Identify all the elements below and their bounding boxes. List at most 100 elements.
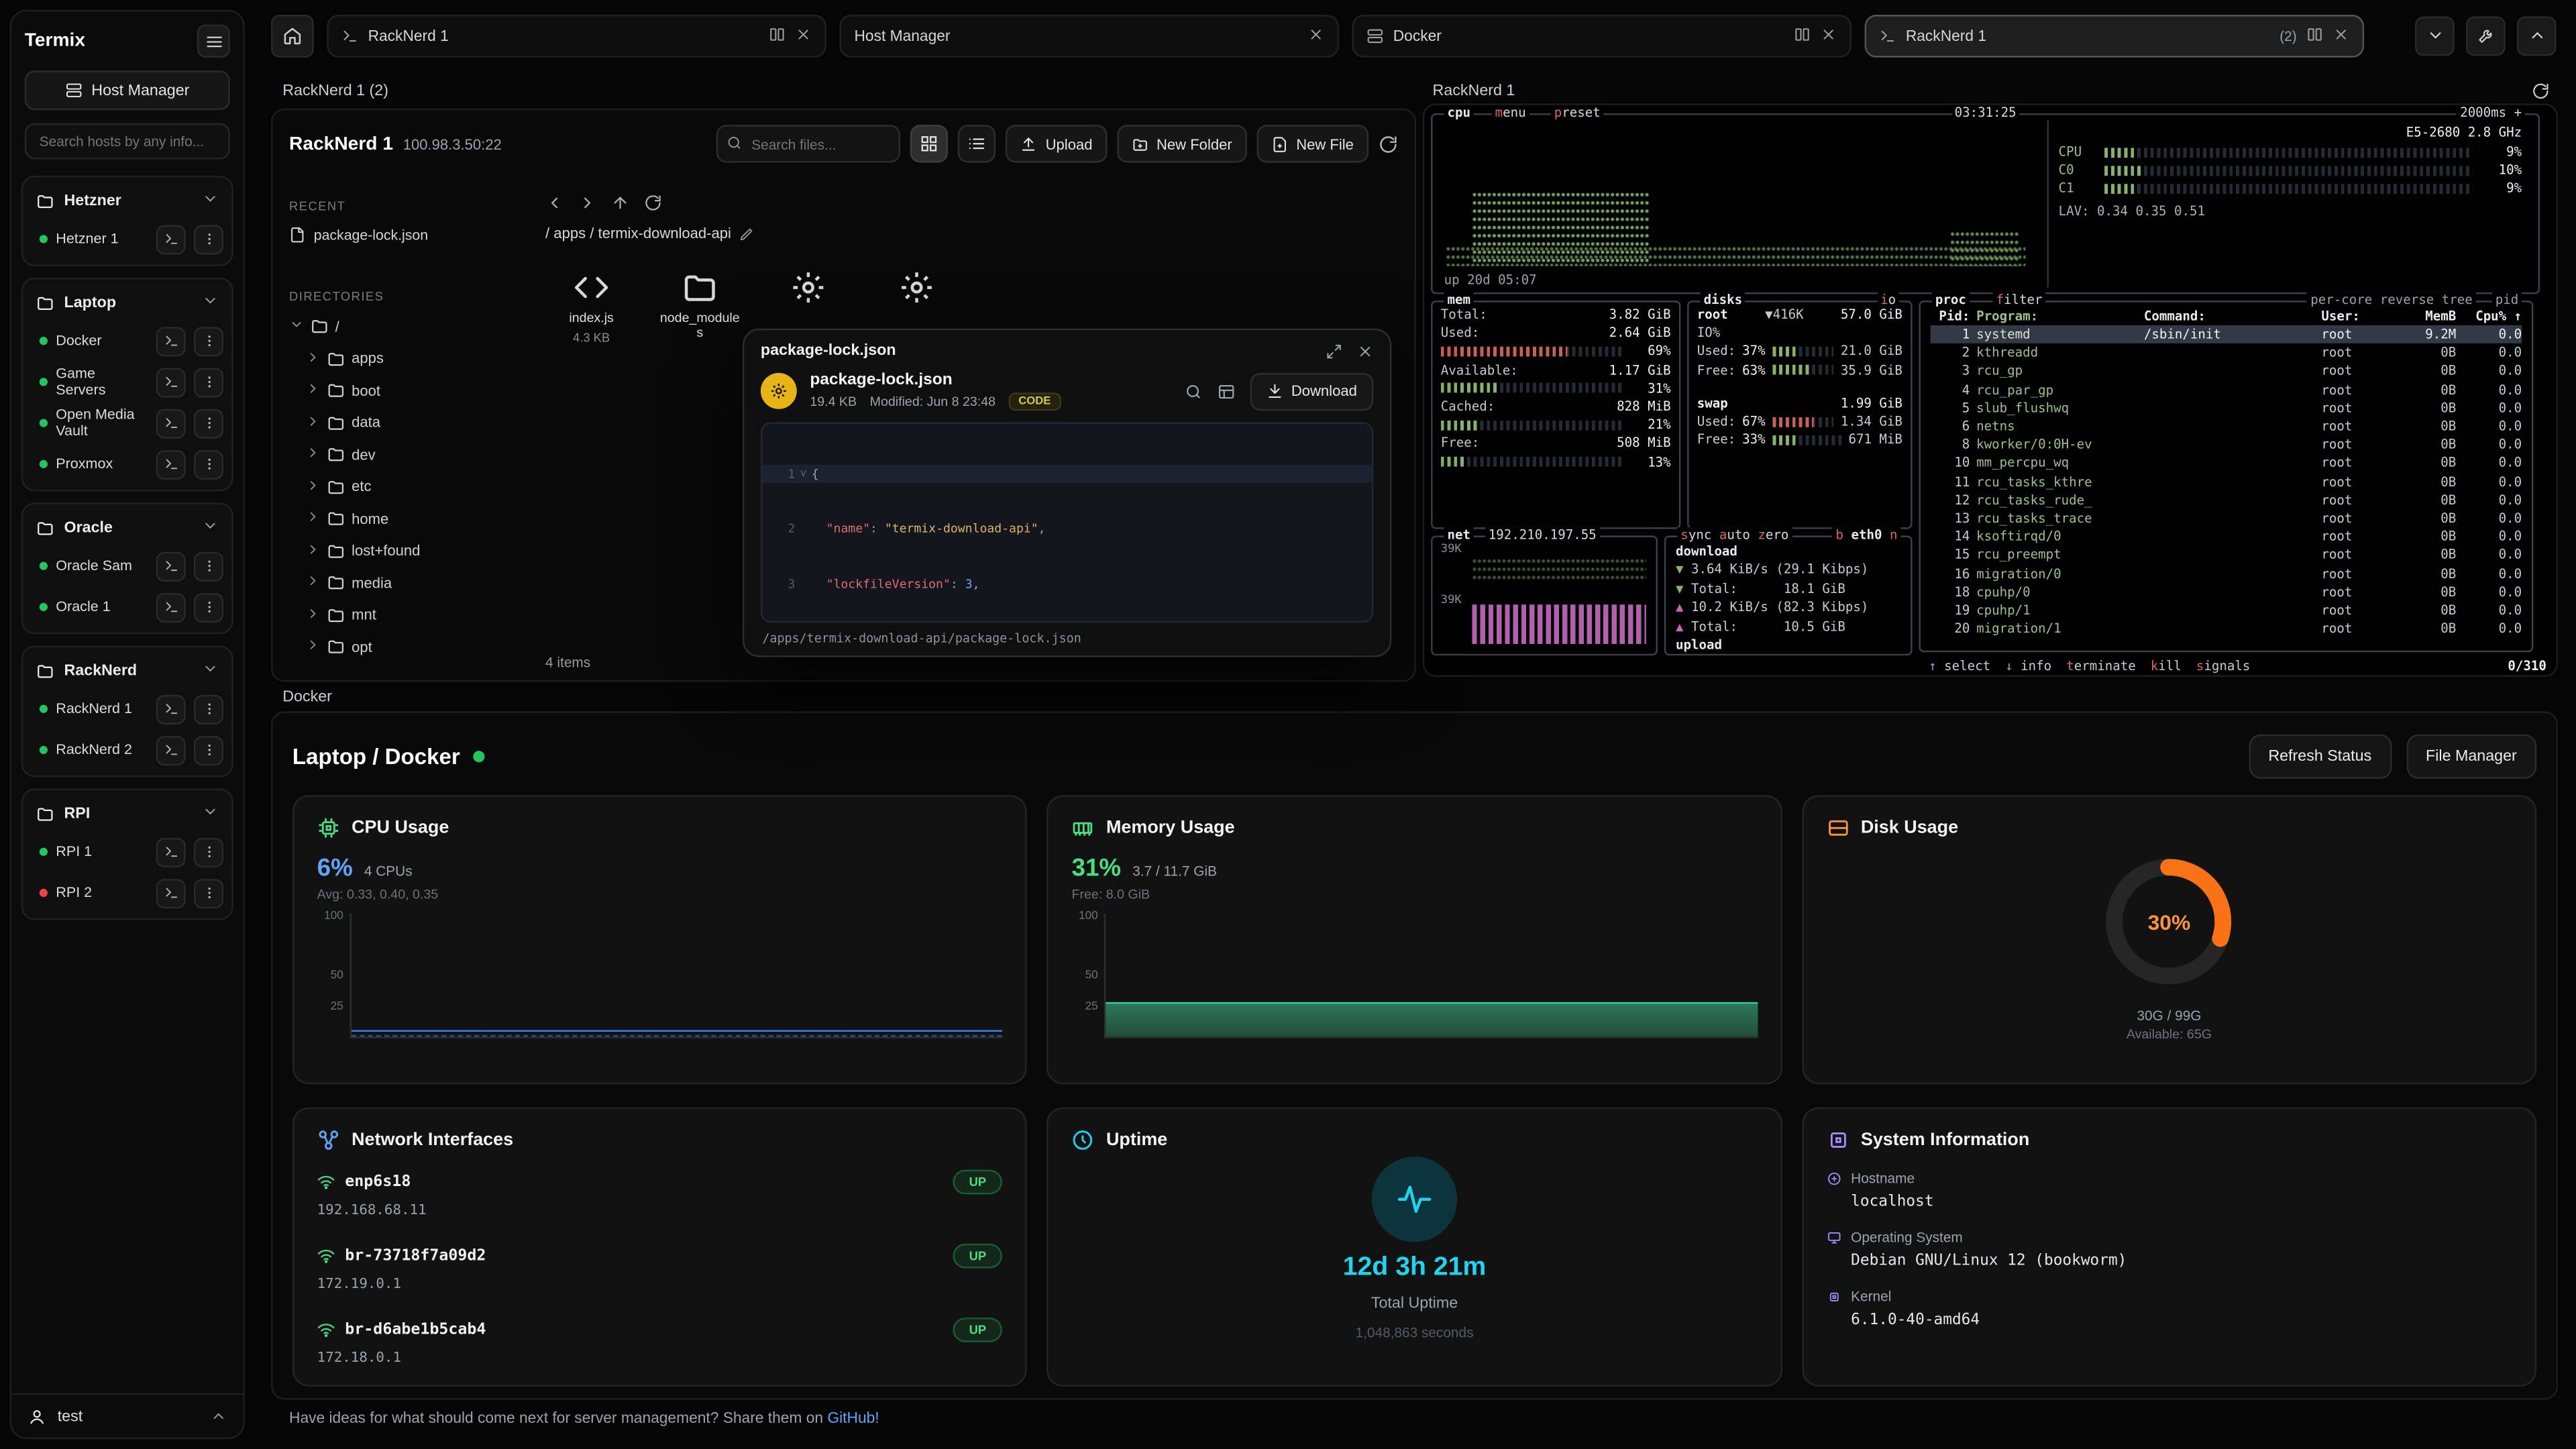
search-in-file-button[interactable] — [1185, 382, 1203, 400]
tree-dir-home[interactable]: home — [289, 502, 506, 535]
tree-dir-mnt[interactable]: mnt — [289, 599, 506, 631]
tab-racknerd-1-3[interactable]: RackNerd 1 (2) — [1865, 14, 2364, 57]
connect-terminal-button[interactable] — [156, 224, 186, 254]
host-options-button[interactable] — [194, 551, 223, 581]
collapse-tabbar-button[interactable] — [2517, 15, 2557, 55]
terminal-sync-button[interactable] — [2532, 82, 2550, 100]
tree-dir-opt[interactable]: opt — [289, 631, 506, 663]
connect-terminal-button[interactable] — [156, 551, 186, 581]
host-item-game-servers[interactable]: Game Servers — [28, 362, 227, 402]
host-options-button[interactable] — [194, 592, 223, 622]
new-file-button[interactable]: New File — [1256, 125, 1368, 162]
maximize-icon[interactable] — [1326, 343, 1342, 359]
refresh-status-button[interactable]: Refresh Status — [2249, 733, 2392, 777]
tree-dir-lost-found[interactable]: lost+found — [289, 535, 506, 567]
process-row-6[interactable]: 6netnsroot0B0.0 — [1931, 417, 2522, 435]
connect-terminal-button[interactable] — [156, 735, 186, 765]
host-options-button[interactable] — [194, 326, 223, 356]
host-options-button[interactable] — [194, 224, 223, 254]
file-manager-button[interactable]: File Manager — [2406, 733, 2537, 777]
process-row-11[interactable]: 11rcu_tasks_kthreroot0B0.0 — [1931, 472, 2522, 490]
table-view-button[interactable] — [1218, 382, 1236, 400]
split-tab-button[interactable] — [1794, 25, 1810, 45]
process-row-5[interactable]: 5slub_flushwqroot0B0.0 — [1931, 399, 2522, 417]
host-item-oracle-1[interactable]: Oracle 1 — [28, 586, 227, 627]
close-tab-button[interactable] — [1307, 25, 1324, 45]
process-row-19[interactable]: 19cpuhp/1root0B0.0 — [1931, 601, 2522, 619]
home-button[interactable] — [271, 14, 314, 57]
process-row-3[interactable]: 3rcu_gproot0B0.0 — [1931, 362, 2522, 380]
host-options-button[interactable] — [194, 837, 223, 867]
process-row-8[interactable]: 8kworker/0:0H-evroot0B0.0 — [1931, 436, 2522, 454]
sidebar-collapse-button[interactable] — [197, 25, 230, 58]
host-options-button[interactable] — [194, 449, 223, 479]
host-item-proxmox[interactable]: Proxmox — [28, 443, 227, 484]
proc-key-signals[interactable]: signals — [2196, 659, 2251, 674]
close-tab-button[interactable] — [795, 25, 811, 45]
host-options-button[interactable] — [194, 367, 223, 396]
recent-file-package-lock-json[interactable]: package-lock.json — [289, 220, 506, 250]
upload-button[interactable]: Upload — [1006, 125, 1108, 162]
nav-back-button[interactable] — [545, 193, 564, 211]
group-header-oracle[interactable]: Oracle — [28, 509, 227, 545]
proc-key-0[interactable]: ↑ select — [1929, 659, 1990, 674]
process-row-12[interactable]: 12rcu_tasks_rude_root0B0.0 — [1931, 491, 2522, 509]
admin-tools-button[interactable] — [2466, 15, 2506, 55]
connect-terminal-button[interactable] — [156, 367, 186, 396]
process-row-13[interactable]: 13rcu_tasks_traceroot0B0.0 — [1931, 509, 2522, 527]
file-item-index-js[interactable]: index.js 4.3 KB — [549, 270, 634, 345]
host-item-docker[interactable]: Docker — [28, 321, 227, 362]
download-button[interactable]: Download — [1250, 372, 1374, 410]
process-row-14[interactable]: 14ksoftirqd/0root0B0.0 — [1931, 528, 2522, 546]
user-menu[interactable]: test — [11, 1393, 243, 1438]
connect-terminal-button[interactable] — [156, 449, 186, 479]
group-header-racknerd[interactable]: RackNerd — [28, 652, 227, 688]
nav-up-button[interactable] — [611, 193, 629, 211]
process-row-1[interactable]: 1systemd/sbin/initroot9.2M0.0 — [1931, 325, 2522, 343]
tree-dir-apps[interactable]: apps — [289, 343, 506, 375]
process-row-20[interactable]: 20migration/1root0B0.0 — [1931, 620, 2522, 638]
tab-docker-2[interactable]: Docker — [1352, 14, 1851, 57]
list-view-button[interactable] — [959, 125, 996, 162]
nav-refresh-button[interactable] — [644, 193, 662, 211]
connect-terminal-button[interactable] — [156, 592, 186, 622]
tree-dir-data[interactable]: data — [289, 407, 506, 439]
split-tab-button[interactable] — [2306, 25, 2322, 45]
file-item-node-modules[interactable]: node_modules — [657, 270, 743, 345]
host-search-input[interactable] — [25, 123, 230, 160]
refresh-files-button[interactable] — [1379, 134, 1398, 154]
tree-dir-boot[interactable]: boot — [289, 374, 506, 407]
grid-view-button[interactable] — [911, 125, 949, 162]
tab-host-manager-1[interactable]: Host Manager — [839, 14, 1338, 57]
connect-terminal-button[interactable] — [156, 409, 186, 438]
proc-key-kill[interactable]: kill — [2151, 659, 2182, 674]
host-options-button[interactable] — [194, 735, 223, 765]
process-row-16[interactable]: 16migration/0root0B0.0 — [1931, 565, 2522, 583]
connect-terminal-button[interactable] — [156, 326, 186, 356]
host-manager-button[interactable]: Host Manager — [25, 70, 230, 110]
group-header-laptop[interactable]: Laptop — [28, 284, 227, 321]
new-folder-button[interactable]: New Folder — [1117, 125, 1247, 162]
edit-path-button[interactable] — [739, 226, 754, 241]
host-options-button[interactable] — [194, 409, 223, 438]
host-item-racknerd-2[interactable]: RackNerd 2 — [28, 729, 227, 770]
nav-forward-button[interactable] — [578, 193, 596, 211]
terminal-panel[interactable]: cpu menu preset 03:31:25 2000ms + up 20d… — [1423, 103, 2558, 677]
close-icon[interactable] — [1357, 343, 1373, 359]
breadcrumb[interactable]: / apps / termix-download-api — [545, 225, 731, 241]
tree-dir-dev[interactable]: dev — [289, 439, 506, 471]
proc-key-1[interactable]: ↓ info — [2005, 659, 2051, 674]
host-item-oracle-sam[interactable]: Oracle Sam — [28, 545, 227, 586]
host-options-button[interactable] — [194, 694, 223, 724]
tab-list-dropdown-button[interactable] — [2415, 15, 2455, 55]
proc-key-terminate[interactable]: terminate — [2066, 659, 2136, 674]
close-tab-button[interactable] — [1820, 25, 1836, 45]
host-item-rpi-1[interactable]: RPI 1 — [28, 831, 227, 872]
host-item-hetzner-1[interactable]: Hetzner 1 — [28, 219, 227, 260]
host-item-racknerd-1[interactable]: RackNerd 1 — [28, 688, 227, 729]
tree-root[interactable]: / — [289, 311, 506, 343]
process-row-18[interactable]: 18cpuhp/0root0B0.0 — [1931, 583, 2522, 601]
split-tab-button[interactable] — [769, 25, 785, 45]
tree-dir-etc[interactable]: etc — [289, 471, 506, 503]
group-header-hetzner[interactable]: Hetzner — [28, 182, 227, 219]
